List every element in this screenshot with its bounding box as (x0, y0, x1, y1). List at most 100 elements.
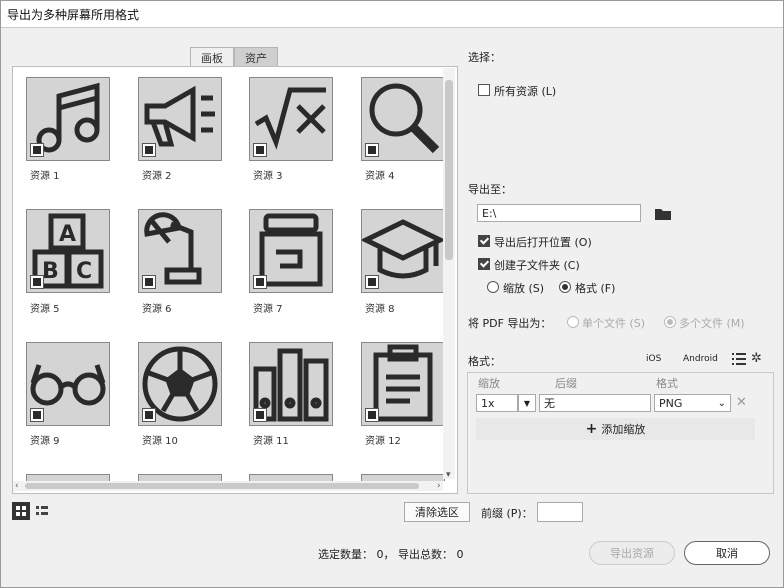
scale-radio[interactable] (487, 281, 499, 293)
format-select-value: PNG (659, 397, 683, 410)
window-title: 导出为多种屏幕所用格式 (7, 8, 140, 22)
selection-status: 选定数量： 0， 导出总数： 0 (318, 548, 464, 561)
scroll-right-arrow-icon[interactable]: › (437, 481, 441, 491)
vertical-scroll-thumb[interactable] (445, 80, 453, 260)
svg-text:B: B (42, 259, 59, 284)
asset-checkbox[interactable] (253, 143, 267, 157)
list-view-icon (36, 506, 48, 515)
open-after-export-label[interactable]: 导出后打开位置 (O) (494, 234, 592, 250)
format-radio-label[interactable]: 格式 (F) (575, 280, 615, 296)
scale-dropdown-button[interactable]: ▼ (518, 394, 536, 412)
asset-checkbox[interactable] (365, 408, 379, 422)
asset-label: 资源 11 (253, 436, 289, 447)
remove-row-icon[interactable]: ✕ (736, 395, 747, 410)
asset-tile-8[interactable] (361, 209, 445, 293)
asset-checkbox[interactable] (365, 143, 379, 157)
asset-label: 资源 12 (365, 436, 401, 447)
list-options-icon[interactable] (732, 353, 746, 365)
chevron-down-icon: ⌄ (717, 398, 726, 409)
tab-artboards[interactable]: 画板 (190, 47, 234, 68)
format-heading: 格式： (468, 355, 501, 368)
asset-label: 资源 1 (30, 171, 60, 182)
svg-text:C: C (76, 259, 92, 284)
asset-tile-9[interactable] (26, 342, 110, 426)
asset-label: 资源 6 (142, 304, 172, 315)
asset-tile-4[interactable] (361, 77, 445, 161)
format-radio[interactable] (559, 281, 571, 293)
plus-icon: + (585, 421, 598, 437)
asset-checkbox[interactable] (365, 275, 379, 289)
panel-tabs: 画板 资产 (190, 47, 278, 68)
asset-checkbox[interactable] (30, 408, 44, 422)
tab-assets[interactable]: 资产 (234, 47, 278, 68)
chevron-down-icon: ▼ (523, 398, 531, 408)
pdf-export-label: 将 PDF 导出为： (468, 317, 552, 330)
asset-label: 资源 10 (142, 436, 178, 447)
asset-checkbox[interactable] (253, 275, 267, 289)
asset-tile-6[interactable] (138, 209, 222, 293)
cancel-button[interactable]: 取消 (684, 541, 770, 565)
export-to-heading: 导出至： (468, 183, 512, 196)
title-bar: 导出为多种屏幕所用格式 (1, 1, 783, 28)
asset-label: 资源 4 (365, 171, 395, 182)
open-after-export-checkbox[interactable] (478, 235, 490, 247)
add-scale-label: 添加缩放 (601, 423, 646, 436)
asset-tile-2[interactable] (138, 77, 222, 161)
scale-field[interactable]: 1x (476, 394, 518, 412)
asset-checkbox[interactable] (30, 275, 44, 289)
asset-tile-3[interactable] (249, 77, 333, 161)
horizontal-scroll-thumb[interactable] (25, 483, 419, 489)
asset-tile-1[interactable] (26, 77, 110, 161)
pdf-single-label[interactable]: 单个文件 (S) (582, 315, 645, 331)
asset-checkbox[interactable] (142, 143, 156, 157)
ios-preset-button[interactable]: iOS (646, 354, 661, 364)
suffix-field[interactable]: 无 (539, 394, 651, 412)
asset-label: 资源 9 (30, 436, 60, 447)
asset-label: 资源 2 (142, 171, 172, 182)
asset-tile-partial[interactable] (26, 474, 110, 481)
folder-icon[interactable] (655, 207, 671, 220)
pdf-multiple-label[interactable]: 多个文件 (M) (679, 315, 745, 331)
export-assets-button[interactable]: 导出资源 (589, 541, 675, 565)
scroll-down-arrow-icon[interactable]: ▾ (446, 470, 451, 480)
scale-column-header: 缩放 (478, 377, 500, 390)
asset-checkbox[interactable] (142, 275, 156, 289)
asset-tile-partial[interactable] (249, 474, 333, 481)
list-view-button[interactable] (33, 502, 51, 520)
create-subfolder-checkbox[interactable] (478, 258, 490, 270)
asset-tile-7[interactable] (249, 209, 333, 293)
asset-label: 资源 3 (253, 171, 283, 182)
grid-view-button[interactable] (12, 502, 30, 520)
asset-tile-12[interactable] (361, 342, 445, 426)
scroll-left-arrow-icon[interactable]: ‹ (15, 481, 19, 491)
all-assets-label[interactable]: 所有资源 (L) (494, 83, 556, 99)
asset-checkbox[interactable] (253, 408, 267, 422)
asset-label: 资源 5 (30, 304, 60, 315)
create-subfolder-label[interactable]: 创建子文件夹 (C) (494, 257, 580, 273)
android-preset-button[interactable]: Android (683, 354, 718, 364)
asset-label: 资源 7 (253, 304, 283, 315)
scale-radio-label[interactable]: 缩放 (S) (503, 280, 544, 296)
asset-label: 资源 8 (365, 304, 395, 315)
prefix-label: 前缀 (P)： (481, 507, 533, 520)
asset-tile-partial[interactable] (138, 474, 222, 481)
pdf-multiple-radio[interactable] (664, 316, 676, 328)
asset-tile-partial[interactable] (361, 474, 445, 481)
pdf-single-radio[interactable] (567, 316, 579, 328)
asset-tile-11[interactable] (249, 342, 333, 426)
svg-text:A: A (59, 222, 76, 247)
suffix-column-header: 后缀 (555, 377, 577, 390)
asset-tile-5[interactable]: A B C (26, 209, 110, 293)
prefix-field[interactable] (537, 502, 583, 522)
asset-tile-10[interactable] (138, 342, 222, 426)
asset-checkbox[interactable] (30, 143, 44, 157)
select-heading: 选择： (468, 51, 501, 64)
format-column-header: 格式 (656, 377, 678, 390)
clear-selection-button[interactable]: 清除选区 (404, 502, 470, 522)
format-select[interactable]: PNG ⌄ (654, 394, 731, 412)
asset-checkbox[interactable] (142, 408, 156, 422)
add-scale-button[interactable]: + 添加缩放 (476, 418, 755, 440)
all-assets-checkbox[interactable] (478, 84, 490, 96)
export-path-field[interactable]: E:\ (477, 204, 641, 222)
gear-icon[interactable]: ✲ (751, 351, 762, 366)
